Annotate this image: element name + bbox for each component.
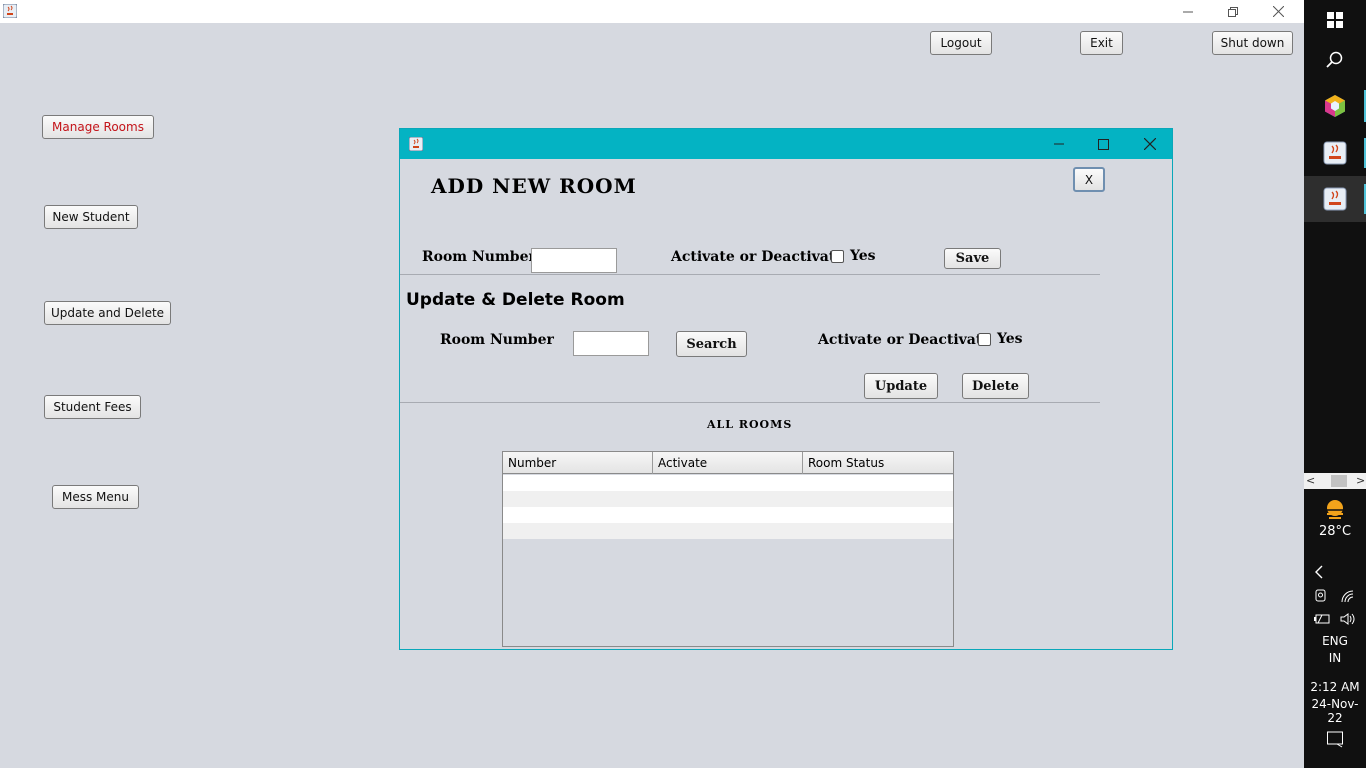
scroll-thumb[interactable] xyxy=(1331,475,1347,487)
show-hidden-icons-chevron-icon[interactable] xyxy=(1304,564,1366,580)
update-activate-label: Activate or Deactivate xyxy=(818,332,992,348)
weather-icon[interactable] xyxy=(1304,498,1366,522)
update-yes-label: Yes xyxy=(997,331,1023,347)
manage-rooms-dialog: X ADD NEW ROOM Room Number Activate or D… xyxy=(399,128,1173,650)
dialog-minimize-icon[interactable] xyxy=(1036,129,1081,159)
update-yes-checkbox[interactable] xyxy=(978,333,991,346)
language-indicator[interactable]: ENG xyxy=(1304,634,1366,648)
table-row[interactable] xyxy=(503,523,953,539)
language-region[interactable]: IN xyxy=(1304,651,1366,665)
search-button[interactable]: Search xyxy=(676,331,747,357)
table-header: Number Activate Room Status xyxy=(503,452,953,474)
activate-label: Activate or Deactivate xyxy=(671,249,845,265)
column-header-room-status[interactable]: Room Status xyxy=(803,452,953,474)
student-fees-button[interactable]: Student Fees xyxy=(44,395,141,419)
java-app-icon xyxy=(3,4,17,18)
notifications-icon[interactable] xyxy=(1304,728,1366,750)
scroll-right-icon[interactable]: > xyxy=(1356,474,1365,487)
section-divider xyxy=(400,274,1100,275)
wifi-icon[interactable] xyxy=(1340,589,1356,606)
dialog-x-button[interactable]: X xyxy=(1073,167,1105,192)
add-room-heading: ADD NEW ROOM xyxy=(431,174,637,198)
battery-icon[interactable] xyxy=(1313,613,1331,628)
search-room-number-label: Room Number xyxy=(440,332,554,348)
java-taskbar-icon[interactable] xyxy=(1304,176,1366,222)
update-and-delete-button[interactable]: Update and Delete xyxy=(44,301,171,325)
main-window-titlebar xyxy=(0,0,1304,23)
search-icon[interactable] xyxy=(1304,48,1366,72)
delete-button[interactable]: Delete xyxy=(962,373,1029,399)
manage-rooms-button[interactable]: Manage Rooms xyxy=(42,115,154,139)
new-student-button[interactable]: New Student xyxy=(44,205,138,229)
column-header-number[interactable]: Number xyxy=(503,452,653,474)
taskbar-scrollbar[interactable]: < > xyxy=(1304,473,1366,489)
weather-temp[interactable]: 28°C xyxy=(1304,524,1366,539)
search-room-number-input[interactable] xyxy=(573,331,649,356)
save-button[interactable]: Save xyxy=(944,248,1001,269)
update-delete-heading: Update & Delete Room xyxy=(406,290,625,310)
add-yes-label: Yes xyxy=(850,248,876,264)
add-yes-checkbox[interactable] xyxy=(831,250,844,263)
volume-icon[interactable] xyxy=(1340,613,1356,628)
all-rooms-heading: ALL ROOMS xyxy=(707,418,793,431)
table-row[interactable] xyxy=(503,475,953,491)
room-number-label: Room Number xyxy=(422,249,536,265)
rooms-table[interactable]: Number Activate Room Status xyxy=(502,451,954,647)
exit-button[interactable]: Exit xyxy=(1080,31,1123,55)
close-icon[interactable] xyxy=(1256,0,1301,23)
dialog-maximize-icon[interactable] xyxy=(1081,129,1126,159)
meet-now-icon[interactable] xyxy=(1314,589,1328,606)
dialog-titlebar xyxy=(400,129,1172,159)
java-app-icon xyxy=(409,137,423,151)
column-header-activate[interactable]: Activate xyxy=(653,452,803,474)
netbeans-app-icon[interactable] xyxy=(1304,90,1366,122)
dialog-close-icon[interactable] xyxy=(1127,129,1172,159)
scroll-left-icon[interactable]: < xyxy=(1306,474,1315,487)
clock-date[interactable]: 24-Nov-22 xyxy=(1304,697,1366,725)
table-row[interactable] xyxy=(503,491,953,507)
windows-start-icon[interactable] xyxy=(1304,8,1366,32)
taskbar: < > 28°C ENG IN 2:12 AM 24-Nov-22 xyxy=(1304,0,1366,768)
section-divider xyxy=(400,402,1100,403)
restore-icon[interactable] xyxy=(1210,0,1255,23)
mess-menu-button[interactable]: Mess Menu xyxy=(52,485,139,509)
table-row[interactable] xyxy=(503,507,953,523)
shutdown-button[interactable]: Shut down xyxy=(1212,31,1293,55)
java-taskbar-icon[interactable] xyxy=(1304,136,1366,170)
update-button[interactable]: Update xyxy=(864,373,938,399)
minimize-icon[interactable] xyxy=(1165,0,1210,23)
add-room-number-input[interactable] xyxy=(531,248,617,273)
clock-time[interactable]: 2:12 AM xyxy=(1304,680,1366,694)
logout-button[interactable]: Logout xyxy=(930,31,992,55)
